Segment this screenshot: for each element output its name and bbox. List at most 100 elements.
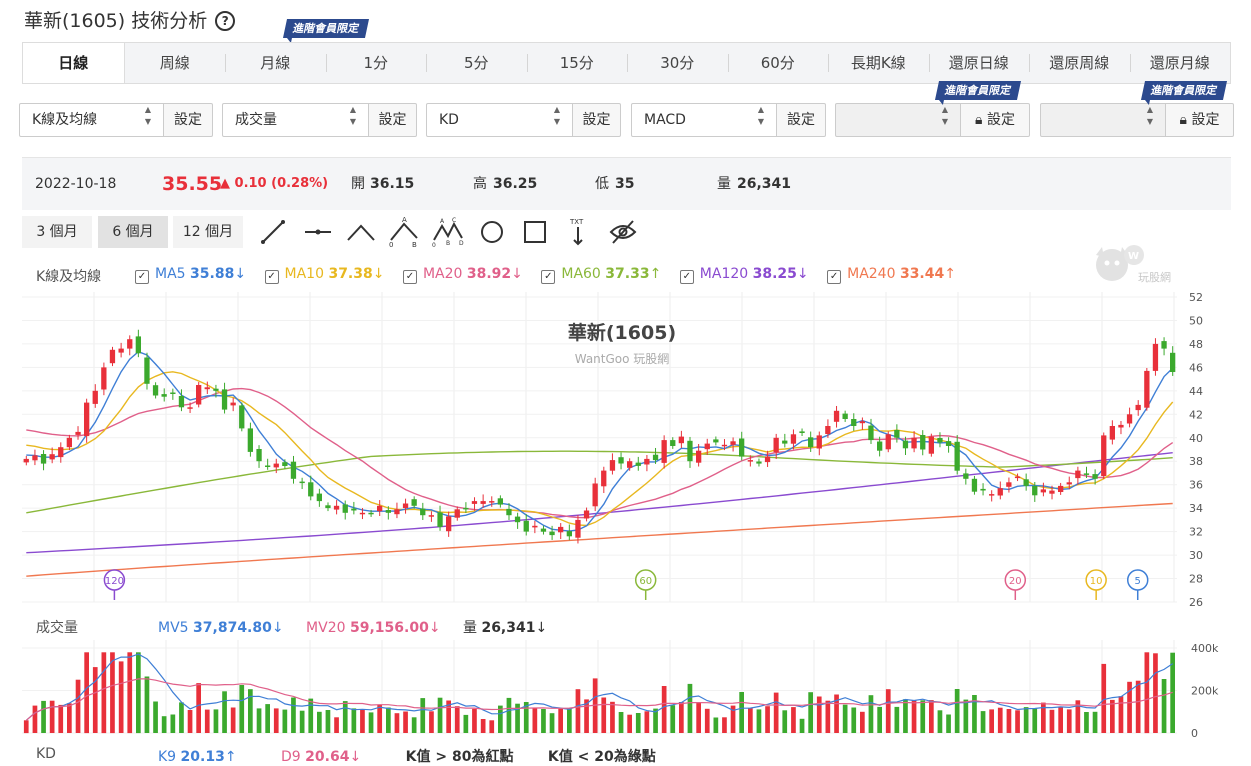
ma-legend-item-ma240[interactable]: ✓ MA240 33.44↑ — [827, 266, 956, 284]
ma120-arrow: ↓ — [796, 266, 809, 282]
vip-badge-slot6: 進階會員限定 — [1140, 81, 1228, 100]
text-icon[interactable]: TXT — [562, 216, 594, 248]
candle-body — [84, 402, 90, 437]
ma240-value: 33.44 — [899, 266, 945, 282]
checkbox-icon: ✓ — [135, 270, 149, 284]
svg-text:C: C — [452, 217, 456, 224]
volume-bar — [748, 708, 753, 733]
volume-legend: 成交量 — [36, 617, 78, 637]
ma10-arrow: ↓ — [372, 266, 385, 282]
indicator-select-kd[interactable]: KD ▲ ▼ — [426, 103, 573, 137]
candle-body — [808, 437, 814, 448]
volume-bar — [816, 696, 822, 733]
price-axis-label: 30 — [1189, 549, 1203, 562]
tab-30min[interactable]: 30分 — [627, 43, 728, 83]
volume-bar — [144, 676, 150, 733]
settings-button-locked-1[interactable]: 🔒︎ 設定 — [961, 103, 1030, 137]
candle-body — [420, 508, 426, 516]
tab-adjusted-daily[interactable]: 還原日線 — [928, 43, 1030, 83]
volume-bar — [377, 704, 382, 733]
candle-body — [247, 428, 253, 452]
indicator-select-volume[interactable]: 成交量 ▲ ▼ — [222, 103, 369, 137]
range-3m-button[interactable]: 3 個月 — [22, 216, 92, 248]
mv20-name: MV20 — [306, 620, 346, 636]
period-tabs: 日線 周線 月線 1分 5分 15分 30分 60分 長期K線 還原日線 還原周… — [22, 42, 1231, 84]
d9-arrow: ↓ — [349, 749, 362, 765]
candle-body — [428, 515, 434, 517]
volume-bar — [851, 707, 857, 733]
ma-legend-item-ma5[interactable]: ✓ MA5 35.88↓ — [135, 266, 246, 284]
volume-bar — [342, 701, 348, 733]
candle-body — [1152, 343, 1159, 371]
tab-monthly[interactable]: 月線 — [225, 43, 326, 83]
candle-body — [1092, 474, 1098, 479]
hide-icon[interactable] — [607, 216, 639, 248]
tab-adjusted-weekly[interactable]: 還原周線 — [1029, 43, 1130, 83]
volume-bar — [429, 711, 434, 733]
ma-legend-item-ma120[interactable]: ✓ MA120 38.25↓ — [679, 266, 809, 284]
trendline-icon[interactable] — [257, 216, 289, 248]
ma-legend-item-ma20[interactable]: ✓ MA20 38.92↓ — [402, 266, 523, 284]
circle-icon[interactable] — [476, 216, 508, 248]
settings-button-volume[interactable]: 設定 — [369, 103, 417, 137]
range-6m-button[interactable]: 6 個月 — [98, 216, 168, 248]
price-chart[interactable]: 52 50 48 46 44 42 40 38 36 34 32 30 28 26 華新(1605) Want… — [22, 292, 1251, 610]
tab-adjusted-monthly[interactable]: 還原月線 — [1129, 43, 1231, 83]
volume-bar — [308, 698, 314, 733]
volume-chart[interactable]: 400k 200k 0 — [22, 640, 1251, 740]
price-axis-label: 42 — [1189, 408, 1203, 421]
indicator-select-locked-2[interactable]: ▲ ▼ — [1040, 103, 1166, 137]
ma-legend-item-ma60[interactable]: ✓ MA60 37.33↑ — [541, 266, 661, 284]
angle-icon[interactable] — [345, 216, 377, 248]
quote-low: 35 — [615, 176, 635, 192]
candle-body — [480, 501, 486, 504]
settings-button-main[interactable]: 設定 — [164, 103, 213, 137]
tab-weekly[interactable]: 周線 — [125, 43, 226, 83]
ma-legend-item-ma10[interactable]: ✓ MA10 37.38↓ — [264, 266, 385, 284]
checkbox-icon: ✓ — [264, 270, 279, 284]
volume-bar — [610, 701, 615, 733]
volume-bar — [23, 720, 29, 734]
pattern-abcd-icon[interactable]: 0 A C B D — [432, 216, 464, 248]
tab-1min[interactable]: 1分 — [325, 43, 427, 83]
rectangle-icon[interactable] — [519, 216, 551, 248]
volume-bar — [627, 714, 632, 733]
candle-body — [928, 436, 934, 454]
candle-body — [204, 387, 210, 390]
settings-button-kd[interactable]: 設定 — [573, 103, 621, 137]
tab-60min[interactable]: 60分 — [727, 43, 829, 83]
tab-15min[interactable]: 15分 — [526, 43, 628, 83]
horizontal-line-icon[interactable] — [302, 216, 334, 248]
candle-body — [1066, 482, 1072, 485]
help-icon[interactable]: ? — [215, 11, 236, 31]
volume-bar — [842, 704, 848, 733]
settings-button-locked-2[interactable]: 🔒︎ 設定 — [1166, 103, 1234, 137]
ma-marker-label: 120 — [105, 576, 124, 587]
volume-bar — [911, 700, 917, 733]
volume-bar — [825, 700, 831, 733]
volume-bar — [765, 706, 770, 733]
ma5-value: 35.88 — [190, 266, 235, 282]
ma10-value: 37.38 — [328, 266, 373, 282]
volume-bar — [946, 714, 951, 733]
candle-body — [385, 510, 391, 513]
indicator-select-locked-1[interactable]: ▲ ▼ — [835, 103, 961, 137]
tab-daily[interactable]: 日線 — [23, 43, 125, 83]
svg-text:TXT: TXT — [569, 218, 584, 226]
indicator-select-macd[interactable]: MACD ▲ ▼ — [631, 103, 777, 137]
volume-bar — [92, 667, 98, 733]
volume-bar — [670, 705, 676, 733]
volume-bar — [1058, 706, 1063, 733]
indicator-select-main[interactable]: K線及均線 ▲ ▼ — [19, 103, 164, 137]
candle-body — [558, 526, 564, 533]
volume-bar — [773, 692, 779, 733]
pattern-abc-icon[interactable]: 0 A B — [388, 216, 420, 248]
tab-5min[interactable]: 5分 — [426, 43, 527, 83]
candle-body — [333, 505, 340, 510]
candle-body — [230, 402, 236, 406]
range-12m-button[interactable]: 12 個月 — [173, 216, 243, 248]
volume-bar — [136, 652, 141, 734]
indicator-select-kd-value: KD — [439, 112, 459, 128]
tab-long-term[interactable]: 長期K線 — [828, 43, 929, 83]
settings-button-macd[interactable]: 設定 — [777, 103, 826, 137]
